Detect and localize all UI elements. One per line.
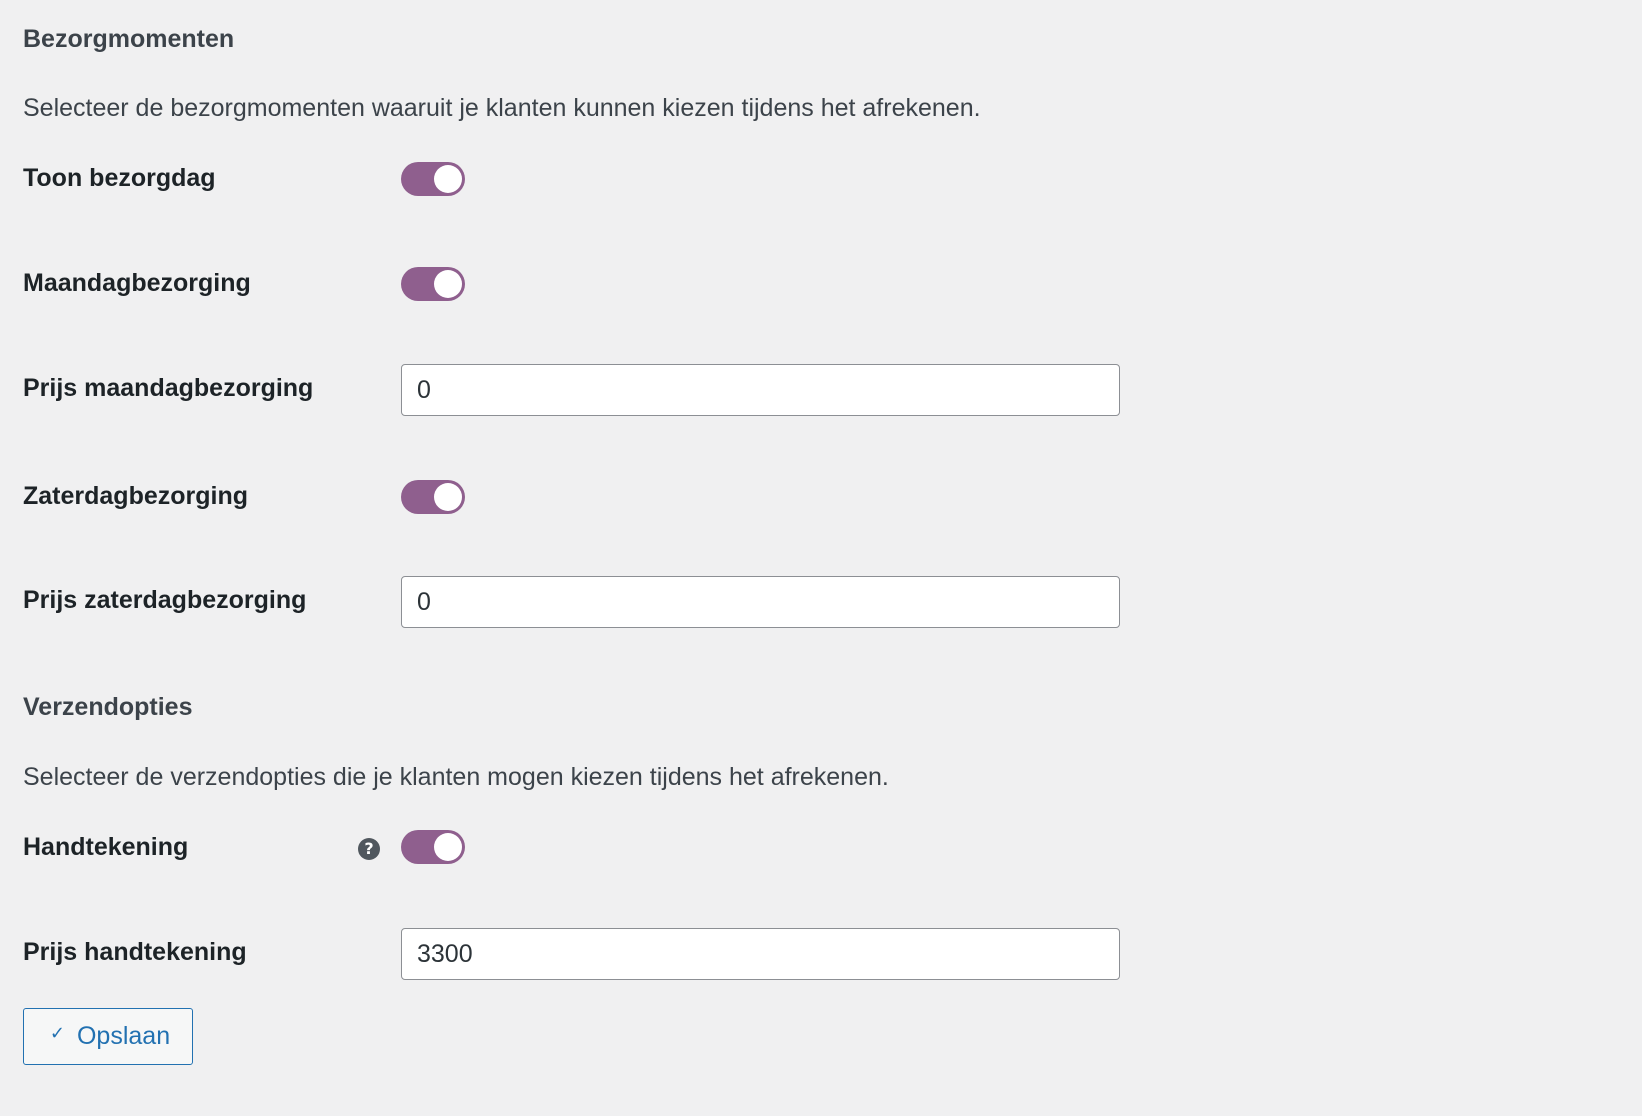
settings-page: Bezorgmomenten Selecteer de bezorgmoment… <box>0 0 1642 1116</box>
monday-price-input[interactable] <box>401 364 1120 416</box>
shipping-section-title: Verzendopties <box>23 693 193 721</box>
saturday-delivery-toggle[interactable] <box>401 480 465 514</box>
signature-toggle[interactable] <box>401 830 465 864</box>
signature-label: Handtekening <box>23 833 189 861</box>
toggle-knob <box>434 270 462 298</box>
save-button[interactable]: ✓ Opslaan <box>23 1008 193 1065</box>
saturday-price-input[interactable] <box>401 576 1120 628</box>
delivery-section-description: Selecteer de bezorgmomenten waaruit je k… <box>23 94 981 122</box>
save-button-label: Opslaan <box>76 1022 171 1050</box>
saturday-price-label: Prijs zaterdagbezorging <box>23 586 307 614</box>
monday-delivery-toggle[interactable] <box>401 267 465 301</box>
signature-price-input[interactable] <box>401 928 1120 980</box>
delivery-section-title: Bezorgmomenten <box>23 25 235 53</box>
monday-price-label: Prijs maandagbezorging <box>23 374 314 402</box>
monday-delivery-label: Maandagbezorging <box>23 269 251 297</box>
show-delivery-day-toggle[interactable] <box>401 162 465 196</box>
shipping-section-description: Selecteer de verzendopties die je klante… <box>23 763 889 791</box>
check-icon: ✓ <box>49 1023 65 1044</box>
saturday-delivery-label: Zaterdagbezorging <box>23 482 249 510</box>
help-icon[interactable]: ? <box>358 838 380 860</box>
toggle-knob <box>434 165 462 193</box>
show-delivery-day-label: Toon bezorgdag <box>23 164 216 192</box>
signature-price-label: Prijs handtekening <box>23 938 247 966</box>
toggle-knob <box>434 833 462 861</box>
toggle-knob <box>434 483 462 511</box>
